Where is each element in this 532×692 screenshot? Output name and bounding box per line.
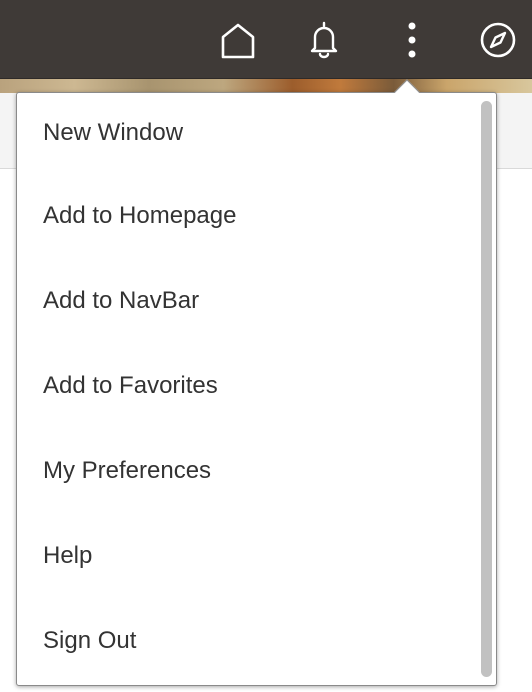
menu-item-my-preferences[interactable]: My Preferences: [17, 428, 496, 513]
header-bar: [0, 0, 532, 79]
header-banner-image: [0, 79, 532, 93]
menu-item-sign-out[interactable]: Sign Out: [17, 598, 496, 683]
app-window: New Window Add to Homepage Add to NavBar…: [0, 0, 532, 692]
menu-item-add-to-homepage[interactable]: Add to Homepage: [17, 173, 496, 258]
home-icon: [221, 23, 255, 59]
bell-icon: [310, 21, 338, 59]
menu-scrollbar[interactable]: [481, 101, 492, 677]
menu-list: New Window Add to Homepage Add to NavBar…: [17, 93, 496, 683]
actions-button[interactable]: [392, 18, 432, 62]
menu-item-add-to-favorites[interactable]: Add to Favorites: [17, 343, 496, 428]
compass-icon: [480, 22, 516, 58]
actions-icon: [408, 22, 416, 58]
home-button[interactable]: [218, 18, 258, 62]
navigator-button[interactable]: [478, 18, 518, 62]
menu-item-add-to-navbar[interactable]: Add to NavBar: [17, 258, 496, 343]
menu-item-help[interactable]: Help: [17, 513, 496, 598]
menu-item-new-window[interactable]: New Window: [17, 93, 496, 173]
notifications-button[interactable]: [304, 18, 344, 62]
actions-menu: New Window Add to Homepage Add to NavBar…: [16, 92, 497, 686]
